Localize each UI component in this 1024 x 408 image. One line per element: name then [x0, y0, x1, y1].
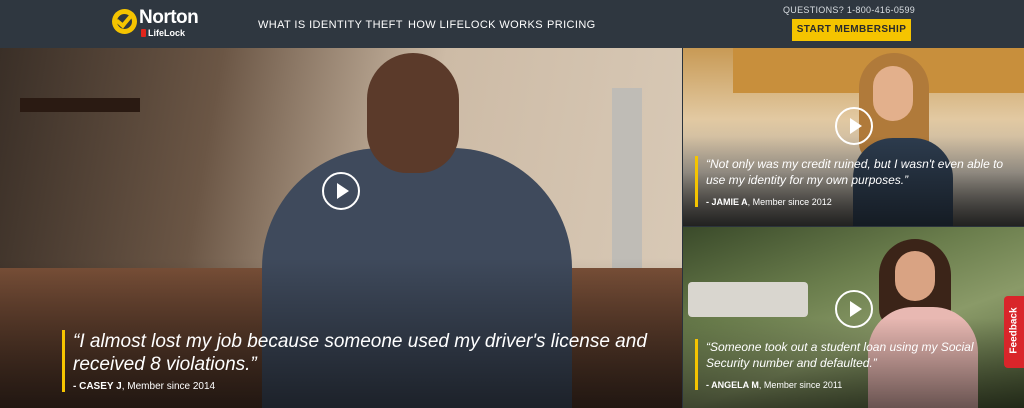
testimonial-quote: “Someone took out a student loan using m… [706, 340, 974, 370]
testimonial-attribution: - ANGELA M, Member since 2011 [706, 380, 1006, 390]
lock-icon [141, 29, 146, 37]
testimonial-quote: “Not only was my credit ruined, but I wa… [706, 157, 1004, 187]
nav-how-lifelock-works[interactable]: HOW LIFELOCK WORKS [408, 19, 543, 31]
testimonial-member-since: , Member since 2011 [758, 380, 843, 390]
testimonial-member-since: , Member since 2014 [121, 381, 216, 392]
testimonial-name: - CASEY J [73, 381, 122, 392]
speaker-face [895, 251, 935, 301]
testimonial-attribution: - CASEY J, Member since 2014 [73, 381, 682, 392]
testimonial-video-angela[interactable]: “Someone took out a student loan using m… [683, 227, 1024, 408]
testimonial-video-jamie[interactable]: “Not only was my credit ruined, but I wa… [683, 48, 1024, 226]
nav-pricing[interactable]: PRICING [547, 19, 596, 31]
feedback-label: Feedback [1008, 307, 1020, 354]
testimonial-member-since: , Member since 2012 [747, 197, 832, 207]
testimonial-name: - JAMIE A [706, 197, 748, 207]
testimonial-video-casey[interactable]: “I almost lost my job because someone us… [0, 48, 682, 408]
norton-lifelock-logo[interactable]: Norton LifeLock [112, 7, 212, 41]
play-icon[interactable] [835, 107, 873, 145]
testimonial-quote-block: “Not only was my credit ruined, but I wa… [695, 156, 1024, 207]
start-membership-button[interactable]: START MEMBERSHIP [792, 19, 911, 41]
background-chair [688, 282, 808, 317]
background-table [20, 98, 140, 112]
play-icon[interactable] [835, 290, 873, 328]
checkmark-icon [112, 9, 137, 34]
logo-sub-brand: LifeLock [148, 28, 186, 38]
testimonial-attribution: - JAMIE A, Member since 2012 [706, 197, 1024, 207]
site-header: Norton LifeLock WHAT IS IDENTITY THEFT H… [0, 0, 1024, 48]
speaker-head [367, 53, 459, 173]
testimonial-quote-block: “Someone took out a student loan using m… [695, 339, 1006, 390]
speaker-face [873, 66, 913, 121]
phone-number[interactable]: QUESTIONS? 1-800-416-0599 [783, 5, 915, 15]
logo-brand: Norton [139, 7, 199, 28]
feedback-tab[interactable]: Feedback [1004, 296, 1024, 368]
nav-what-is-identity-theft[interactable]: WHAT IS IDENTITY THEFT [258, 19, 403, 31]
play-icon[interactable] [322, 172, 360, 210]
testimonial-quote-block: “I almost lost my job because someone us… [62, 330, 682, 392]
testimonial-quote: “I almost lost my job because someone us… [73, 331, 647, 375]
testimonial-name: - ANGELA M [706, 380, 759, 390]
